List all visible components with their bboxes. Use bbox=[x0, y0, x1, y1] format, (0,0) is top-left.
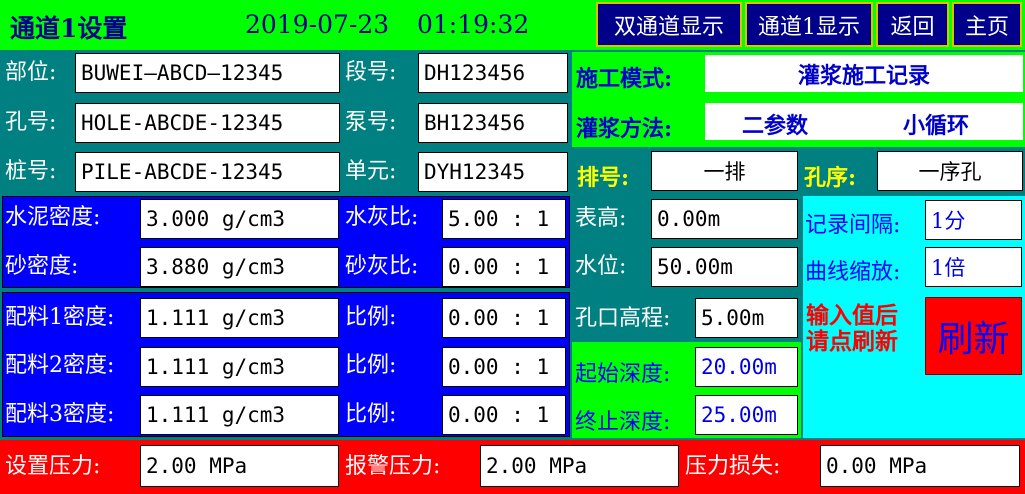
construction-mode-label: 施工模式: bbox=[576, 66, 673, 92]
dual-channel-button[interactable]: 双通道显示 bbox=[596, 2, 742, 47]
curve-zoom-label: 曲线缩放: bbox=[805, 260, 901, 285]
channel1-display-button[interactable]: 通道1显示 bbox=[745, 2, 873, 47]
material3-density-field[interactable]: 1.111 g/cm3 bbox=[140, 395, 339, 435]
material3-ratio-field[interactable]: 0.00 : 1 bbox=[442, 395, 566, 435]
grouting-method-value-2: 小循环 bbox=[903, 113, 970, 139]
pressure-loss-label: 压力损失: bbox=[685, 454, 781, 479]
pressure-loss-field[interactable]: 0.00 MPa bbox=[820, 445, 1020, 487]
end-depth-field[interactable]: 25.00m bbox=[695, 395, 798, 435]
material3-density-label: 配料3密度: bbox=[5, 402, 115, 427]
pile-label: 桩号: bbox=[5, 159, 57, 184]
material1-ratio-label: 比例: bbox=[345, 305, 397, 330]
pile-field[interactable]: PILE-ABCDE-12345 bbox=[75, 152, 340, 192]
header-time: 01:19:32 bbox=[417, 10, 530, 39]
pump-label: 泵号: bbox=[345, 110, 397, 135]
hole-elevation-field[interactable]: 5.00m bbox=[695, 298, 798, 338]
sand-cement-ratio-label: 砂灰比: bbox=[345, 254, 419, 279]
material1-density-label: 配料1密度: bbox=[5, 305, 115, 330]
curve-zoom-field[interactable]: 1倍 bbox=[925, 247, 1022, 287]
cement-density-label: 水泥密度: bbox=[5, 205, 101, 230]
sand-cement-ratio-field[interactable]: 0.00 : 1 bbox=[442, 247, 566, 287]
row-order-label: 排号: bbox=[577, 165, 630, 191]
record-interval-label: 记录间隔: bbox=[805, 213, 901, 238]
hole-label: 孔号: bbox=[5, 110, 57, 135]
record-interval-field[interactable]: 1分 bbox=[925, 200, 1022, 240]
refresh-hint: 输入值后请点刷新 bbox=[806, 302, 898, 355]
end-depth-label: 终止深度: bbox=[575, 410, 671, 435]
refresh-button[interactable]: 刷新 bbox=[925, 297, 1022, 375]
pump-field[interactable]: BH123456 bbox=[418, 103, 568, 143]
material2-ratio-label: 比例: bbox=[345, 353, 397, 378]
header-date: 2019-07-23 bbox=[245, 10, 390, 39]
page-title: 通道1设置 bbox=[10, 14, 128, 43]
start-depth-field[interactable]: 20.00m bbox=[695, 347, 798, 387]
location-label: 部位: bbox=[5, 60, 57, 85]
material3-ratio-label: 比例: bbox=[345, 402, 397, 427]
cement-density-field[interactable]: 3.000 g/cm3 bbox=[140, 199, 339, 239]
sand-density-label: 砂密度: bbox=[5, 254, 79, 279]
meter-height-field[interactable]: 0.00m bbox=[651, 199, 798, 239]
hole-elevation-label: 孔口高程: bbox=[575, 306, 671, 331]
water-cement-ratio-label: 水灰比: bbox=[345, 205, 419, 230]
construction-mode-value: 灌浆施工记录 bbox=[797, 62, 930, 89]
unit-label: 单元: bbox=[345, 159, 397, 184]
alarm-pressure-label: 报警压力: bbox=[345, 454, 441, 479]
back-button[interactable]: 返回 bbox=[876, 2, 949, 47]
material2-density-label: 配料2密度: bbox=[5, 353, 115, 378]
start-depth-label: 起始深度: bbox=[575, 362, 671, 387]
material2-density-field[interactable]: 1.111 g/cm3 bbox=[140, 347, 339, 387]
construction-mode-value-box[interactable]: 灌浆施工记录 bbox=[705, 55, 1023, 92]
grouting-method-label: 灌浆方法: bbox=[576, 116, 673, 142]
refresh-button-label: 刷新 bbox=[937, 319, 1010, 360]
material1-density-field[interactable]: 1.111 g/cm3 bbox=[140, 298, 339, 338]
section-field[interactable]: DH123456 bbox=[418, 53, 568, 93]
hole-order-field[interactable]: 一序孔 bbox=[877, 151, 1023, 191]
water-cement-ratio-field[interactable]: 5.00 : 1 bbox=[442, 199, 566, 239]
home-button[interactable]: 主页 bbox=[952, 2, 1022, 47]
row-order-field[interactable]: 一排 bbox=[651, 151, 798, 191]
hole-field[interactable]: HOLE-ABCDE-12345 bbox=[75, 103, 340, 143]
set-pressure-field[interactable]: 2.00 MPa bbox=[140, 445, 339, 487]
water-level-label: 水位: bbox=[575, 254, 627, 279]
section-label: 段号: bbox=[345, 60, 397, 85]
material1-ratio-field[interactable]: 0.00 : 1 bbox=[442, 298, 566, 338]
location-field[interactable]: BUWEI—ABCD—12345 bbox=[75, 53, 340, 93]
sand-density-field[interactable]: 3.880 g/cm3 bbox=[140, 247, 339, 287]
grouting-method-value-box[interactable]: 二参数 小循环 bbox=[705, 103, 1023, 140]
alarm-pressure-field[interactable]: 2.00 MPa bbox=[480, 445, 679, 487]
set-pressure-label: 设置压力: bbox=[5, 454, 101, 479]
grouting-method-value-1: 二参数 bbox=[742, 113, 809, 139]
meter-height-label: 表高: bbox=[575, 206, 627, 231]
water-level-field[interactable]: 50.00m bbox=[651, 247, 798, 287]
material2-ratio-field[interactable]: 0.00 : 1 bbox=[442, 347, 566, 387]
unit-field[interactable]: DYH12345 bbox=[418, 152, 568, 192]
hole-order-label: 孔序: bbox=[804, 165, 857, 191]
